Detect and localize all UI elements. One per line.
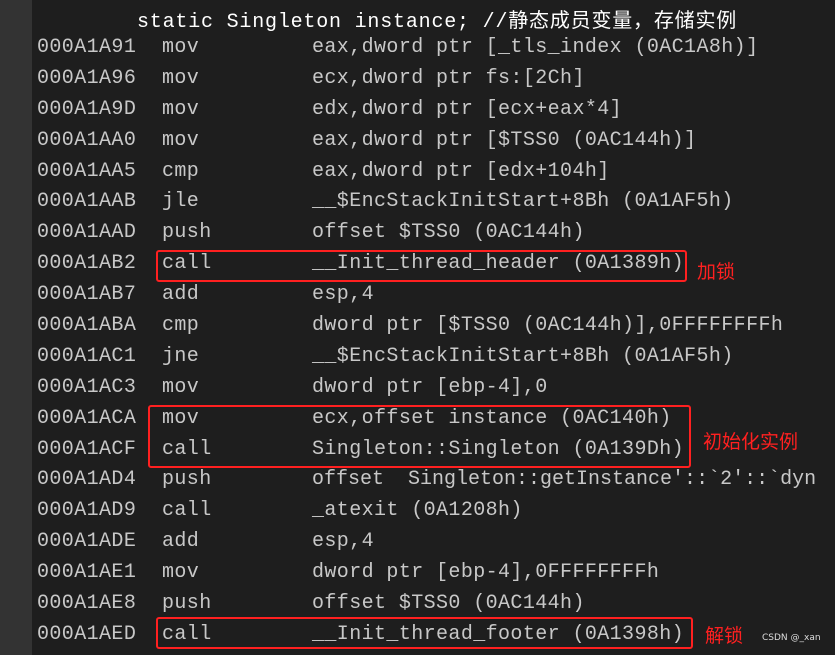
instruction-address: 000A1A9D bbox=[37, 97, 137, 121]
instruction-operands: ecx,dword ptr fs:[2Ch] bbox=[312, 66, 585, 90]
disassembly-row[interactable]: 000A1A96 mov ecx,dword ptr fs:[2Ch] bbox=[0, 64, 835, 95]
disassembly-listing: 000A1A91 mov eax,dword ptr [_tls_index (0A… bbox=[0, 33, 835, 651]
instruction-mnemonic: mov bbox=[162, 128, 200, 152]
instruction-address: 000A1AD9 bbox=[37, 499, 137, 523]
instruction-address: 000A1AAB bbox=[37, 190, 137, 214]
instruction-address: 000A1AE8 bbox=[37, 592, 137, 616]
instruction-address: 000A1ACA bbox=[37, 406, 137, 430]
instruction-address: 000A1AA0 bbox=[37, 128, 137, 152]
instruction-operands: dword ptr [ebp-4],0FFFFFFFFh bbox=[312, 561, 660, 585]
annotation-unlock: 解锁 bbox=[705, 625, 744, 647]
instruction-address: 000A1AED bbox=[37, 622, 137, 646]
instruction-operands: edx,dword ptr [ecx+eax*4] bbox=[312, 97, 623, 121]
disassembly-row[interactable]: 000A1AAB jle __$EncStackInitStart+8Bh (0A1… bbox=[0, 187, 835, 218]
highlight-box-init bbox=[148, 405, 691, 468]
disassembly-row[interactable]: 000A1ABA cmp dword ptr [$TSS0 (0AC144h)],0… bbox=[0, 311, 835, 342]
disassembly-row[interactable]: 000A1AD9 call _atexit (0A1208h) bbox=[0, 496, 835, 527]
disassembly-row[interactable]: 000A1AA0 mov eax,dword ptr [$TSS0 (0AC144h… bbox=[0, 126, 835, 157]
disassembly-row[interactable]: 000A1AD4 push offset Singleton::getInstanc… bbox=[0, 465, 835, 496]
instruction-address: 000A1AC1 bbox=[37, 344, 137, 368]
instruction-address: 000A1ACF bbox=[37, 437, 137, 461]
disassembly-row[interactable]: 000A1A9D mov edx,dword ptr [ecx+eax*4] bbox=[0, 95, 835, 126]
instruction-address: 000A1A91 bbox=[37, 36, 137, 59]
instruction-address: 000A1AB7 bbox=[37, 283, 137, 307]
instruction-operands: eax,dword ptr [_tls_index (0AC1A8h)] bbox=[312, 36, 759, 59]
disassembly-row[interactable]: 000A1A91 mov eax,dword ptr [_tls_index (0A… bbox=[0, 33, 835, 64]
instruction-operands: offset Singleton::getInstance'::`2'::`dy… bbox=[312, 468, 817, 492]
instruction-mnemonic: add bbox=[162, 283, 200, 307]
disassembly-row[interactable]: 000A1AE1 mov dword ptr [ebp-4],0FFFFFFFFh bbox=[0, 558, 835, 589]
instruction-mnemonic: push bbox=[162, 468, 212, 492]
instruction-mnemonic: mov bbox=[162, 36, 200, 59]
instruction-address: 000A1AD4 bbox=[37, 468, 137, 492]
instruction-operands: __$EncStackInitStart+8Bh (0A1AF5h) bbox=[312, 190, 734, 214]
annotation-lock: 加锁 bbox=[697, 261, 736, 283]
disassembly-row[interactable]: 000A1AE8 push offset $TSS0 (0AC144h) bbox=[0, 589, 835, 620]
instruction-address: 000A1ABA bbox=[37, 314, 137, 338]
disassembly-row[interactable]: 000A1AA5 cmp eax,dword ptr [edx+104h] bbox=[0, 157, 835, 188]
instruction-address: 000A1AAD bbox=[37, 221, 137, 245]
instruction-mnemonic: jne bbox=[162, 344, 200, 368]
instruction-mnemonic: push bbox=[162, 592, 212, 616]
instruction-mnemonic: mov bbox=[162, 561, 200, 585]
instruction-operands: dword ptr [ebp-4],0 bbox=[312, 375, 548, 399]
instruction-mnemonic: push bbox=[162, 221, 212, 245]
instruction-operands: __$EncStackInitStart+8Bh (0A1AF5h) bbox=[312, 344, 734, 368]
disassembly-row[interactable]: 000A1ADE add esp,4 bbox=[0, 527, 835, 558]
instruction-mnemonic: call bbox=[162, 499, 212, 523]
annotation-init-instance: 初始化实例 bbox=[703, 431, 799, 453]
instruction-operands: offset $TSS0 (0AC144h) bbox=[312, 592, 585, 616]
instruction-operands: eax,dword ptr [$TSS0 (0AC144h)] bbox=[312, 128, 697, 152]
instruction-mnemonic: cmp bbox=[162, 159, 200, 183]
instruction-operands: offset $TSS0 (0AC144h) bbox=[312, 221, 585, 245]
instruction-address: 000A1AC3 bbox=[37, 375, 137, 399]
instruction-operands: eax,dword ptr [edx+104h] bbox=[312, 159, 610, 183]
instruction-operands: _atexit (0A1208h) bbox=[312, 499, 523, 523]
instruction-address: 000A1A96 bbox=[37, 66, 137, 90]
highlight-box-lock bbox=[156, 250, 687, 282]
instruction-mnemonic: mov bbox=[162, 66, 200, 90]
highlight-box-unlock bbox=[156, 617, 693, 649]
instruction-address: 000A1AA5 bbox=[37, 159, 137, 183]
instruction-address: 000A1ADE bbox=[37, 530, 137, 554]
source-code-line: static Singleton instance; //静态成员变量，存储实例 bbox=[137, 11, 738, 34]
disassembly-row[interactable]: 000A1AB7 add esp,4 bbox=[0, 280, 835, 311]
watermark: CSDN @_xan bbox=[762, 633, 821, 643]
instruction-operands: esp,4 bbox=[312, 283, 375, 307]
instruction-mnemonic: mov bbox=[162, 375, 200, 399]
disassembly-row[interactable]: 000A1AC1 jne __$EncStackInitStart+8Bh (0A1… bbox=[0, 342, 835, 373]
instruction-address: 000A1AB2 bbox=[37, 252, 137, 276]
instruction-mnemonic: cmp bbox=[162, 314, 200, 338]
instruction-address: 000A1AE1 bbox=[37, 561, 137, 585]
instruction-operands: dword ptr [$TSS0 (0AC144h)],0FFFFFFFFh bbox=[312, 314, 784, 338]
disassembly-row[interactable]: 000A1AAD push offset $TSS0 (0AC144h) bbox=[0, 218, 835, 249]
instruction-mnemonic: mov bbox=[162, 97, 200, 121]
disassembly-row[interactable]: 000A1AC3 mov dword ptr [ebp-4],0 bbox=[0, 373, 835, 404]
instruction-mnemonic: add bbox=[162, 530, 200, 554]
instruction-operands: esp,4 bbox=[312, 530, 375, 554]
instruction-mnemonic: jle bbox=[162, 190, 200, 214]
